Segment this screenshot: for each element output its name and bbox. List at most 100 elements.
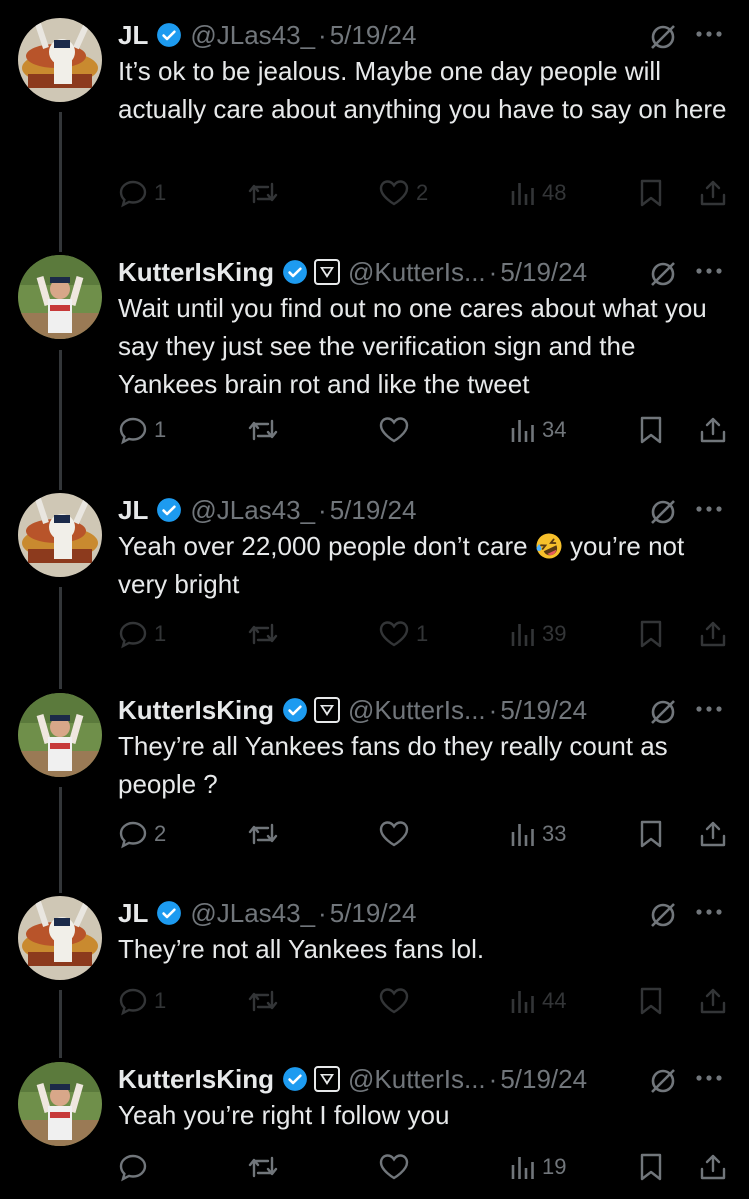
share-icon — [698, 619, 728, 649]
bookmark-button[interactable] — [638, 176, 664, 210]
verified-badge-icon — [156, 497, 182, 523]
bookmark-button[interactable] — [638, 413, 664, 447]
like-icon — [378, 819, 410, 849]
repost-icon — [246, 178, 280, 208]
display-name[interactable]: KutterIsKing — [118, 695, 274, 726]
like-button[interactable]: 2 — [378, 176, 428, 210]
views-button[interactable]: 34 — [510, 413, 566, 447]
bookmark-button[interactable] — [638, 817, 664, 851]
avatar[interactable] — [18, 693, 102, 777]
tweet-header: KutterIsKing @KutterIs... · 5/19/24 — [118, 693, 587, 727]
like-button[interactable] — [378, 817, 416, 851]
share-button[interactable] — [698, 413, 728, 447]
tweet-actions: 1 34 — [118, 413, 738, 447]
separator-dot: · — [488, 256, 498, 287]
avatar[interactable] — [18, 1062, 102, 1146]
reply-count: 1 — [154, 621, 167, 646]
repost-button[interactable] — [246, 817, 286, 851]
tweet-date[interactable]: 5/19/24 — [330, 898, 417, 929]
tweet-date[interactable]: 5/19/24 — [330, 495, 417, 526]
tweet-date[interactable]: 5/19/24 — [330, 20, 417, 51]
reply-button[interactable]: 1 — [118, 617, 166, 651]
avatar[interactable] — [18, 896, 102, 980]
reply-button[interactable] — [118, 1150, 154, 1184]
tweet-date[interactable]: 5/19/24 — [500, 695, 587, 726]
share-button[interactable] — [698, 1150, 728, 1184]
repost-button[interactable] — [246, 176, 286, 210]
user-handle[interactable]: @KutterIs... — [348, 695, 486, 726]
verified-badge-icon — [282, 697, 308, 723]
repost-icon — [246, 619, 280, 649]
bookmark-button[interactable] — [638, 1150, 664, 1184]
more-icon[interactable] — [694, 701, 724, 719]
affiliate-badge-icon[interactable] — [314, 697, 340, 723]
share-icon — [698, 178, 728, 208]
tweet-header: JL @JLas43_ · 5/19/24 — [118, 896, 416, 930]
tweet-text: They’re all Yankees fans do they really … — [118, 731, 668, 799]
avatar[interactable] — [18, 255, 102, 339]
like-button[interactable] — [378, 413, 416, 447]
user-handle[interactable]: @KutterIs... — [348, 1064, 486, 1095]
like-icon — [378, 986, 410, 1016]
reply-button[interactable]: 1 — [118, 176, 166, 210]
bookmark-button[interactable] — [638, 984, 664, 1018]
display-name[interactable]: JL — [118, 20, 148, 51]
more-icon[interactable] — [694, 1070, 724, 1088]
more-icon[interactable] — [694, 263, 724, 281]
display-name[interactable]: KutterIsKing — [118, 257, 274, 288]
repost-icon — [246, 819, 280, 849]
views-icon — [510, 178, 536, 208]
share-button[interactable] — [698, 984, 728, 1018]
share-icon — [698, 1152, 728, 1182]
display-name[interactable]: KutterIsKing — [118, 1064, 274, 1095]
like-button[interactable] — [378, 1150, 416, 1184]
repost-button[interactable] — [246, 984, 286, 1018]
repost-button[interactable] — [246, 1150, 286, 1184]
views-button[interactable]: 33 — [510, 817, 566, 851]
share-button[interactable] — [698, 817, 728, 851]
verified-badge-icon — [156, 22, 182, 48]
display-name[interactable]: JL — [118, 495, 148, 526]
bookmark-button[interactable] — [638, 617, 664, 651]
views-button[interactable]: 19 — [510, 1150, 566, 1184]
views-button[interactable]: 48 — [510, 176, 566, 210]
reply-button[interactable]: 1 — [118, 413, 166, 447]
avatar[interactable] — [18, 18, 102, 102]
affiliate-badge-icon[interactable] — [314, 259, 340, 285]
tweet-date[interactable]: 5/19/24 — [500, 1064, 587, 1095]
user-handle[interactable]: @KutterIs... — [348, 257, 486, 288]
display-name[interactable]: JL — [118, 898, 148, 929]
share-button[interactable] — [698, 617, 728, 651]
reply-button[interactable]: 1 — [118, 984, 166, 1018]
avatar[interactable] — [18, 493, 102, 577]
tweet-text: Wait until you find out no one cares abo… — [118, 293, 707, 399]
user-handle[interactable]: @JLas43_ — [190, 898, 315, 929]
reply-button[interactable]: 2 — [118, 817, 166, 851]
bookmark-icon — [638, 986, 664, 1016]
share-button[interactable] — [698, 176, 728, 210]
user-handle[interactable]: @JLas43_ — [190, 20, 315, 51]
views-button[interactable]: 44 — [510, 984, 566, 1018]
more-icon[interactable] — [694, 501, 724, 519]
separator-dot: · — [488, 1063, 498, 1094]
like-button[interactable] — [378, 984, 416, 1018]
tweet-date[interactable]: 5/19/24 — [500, 257, 587, 288]
more-icon[interactable] — [694, 904, 724, 922]
reply-count: 1 — [154, 417, 167, 442]
more-icon[interactable] — [694, 26, 724, 44]
user-handle[interactable]: @JLas43_ — [190, 495, 315, 526]
view-count: 39 — [542, 621, 567, 646]
like-button[interactable]: 1 — [378, 617, 428, 651]
reply-count: 1 — [154, 180, 167, 205]
tweet-text-part: Yeah over 22,000 people don’t care — [118, 531, 535, 561]
tweet-actions: 1 2 48 — [118, 176, 738, 210]
bookmark-icon — [638, 178, 664, 208]
views-button[interactable]: 39 — [510, 617, 566, 651]
verified-badge-icon — [156, 900, 182, 926]
tweet-actions: 19 — [118, 1150, 738, 1184]
share-icon — [698, 986, 728, 1016]
repost-button[interactable] — [246, 617, 286, 651]
tweet-actions: 2 33 — [118, 817, 738, 851]
affiliate-badge-icon[interactable] — [314, 1066, 340, 1092]
repost-button[interactable] — [246, 413, 286, 447]
